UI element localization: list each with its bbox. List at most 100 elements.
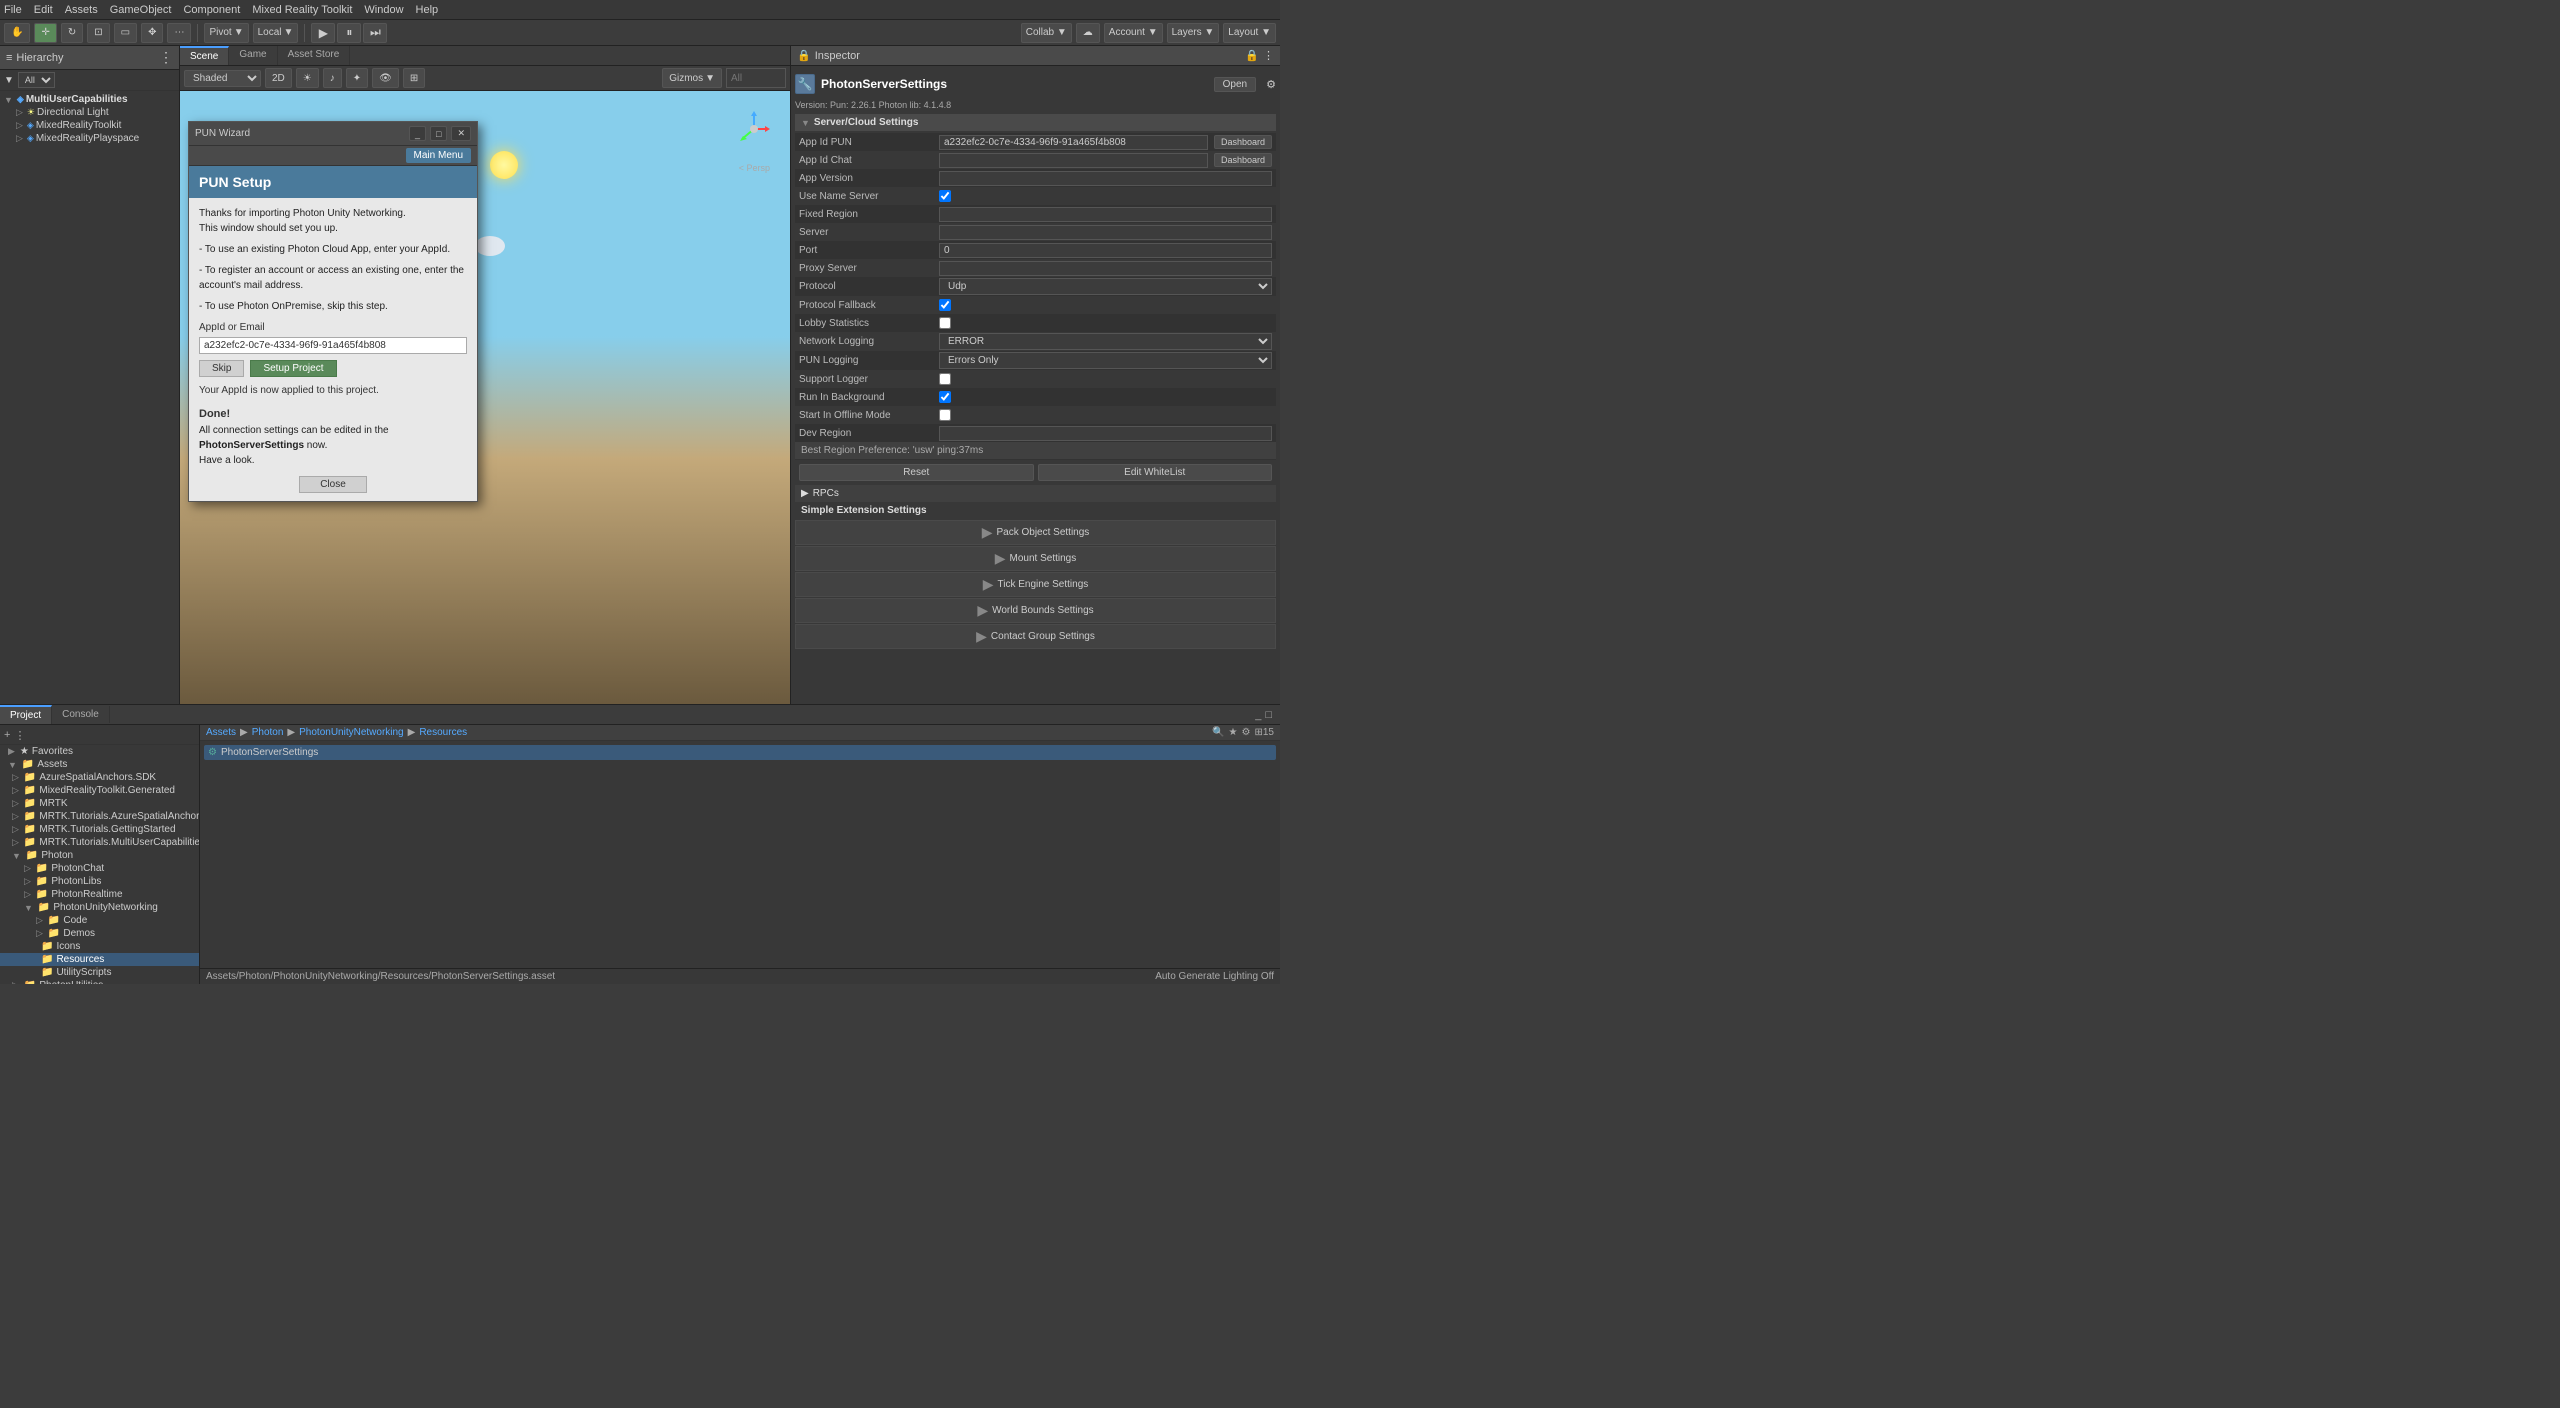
tick-engine-header[interactable]: ▶ Tick Engine Settings bbox=[796, 573, 1275, 596]
transform-tool-btn[interactable]: ✥ bbox=[141, 23, 163, 43]
hierarchy-item-mrtk[interactable]: ▷ ◈ MixedRealityToolkit bbox=[0, 119, 179, 132]
app-id-pun-input[interactable] bbox=[939, 135, 1208, 150]
sidebar-icons[interactable]: 📁 Icons bbox=[0, 940, 199, 953]
tab-scene[interactable]: Scene bbox=[180, 46, 229, 65]
sidebar-mrtk-generated[interactable]: ▷ 📁 MixedRealityToolkit.Generated bbox=[0, 784, 199, 797]
play-btn[interactable]: ▶ bbox=[311, 23, 335, 43]
network-logging-dropdown[interactable]: ERROR WARNING INFO DEBUG bbox=[939, 333, 1272, 350]
hierarchy-menu-icon[interactable]: ⋮ bbox=[159, 49, 173, 66]
cloud-btn[interactable]: ☁ bbox=[1076, 23, 1100, 43]
pun-wizard-close[interactable]: ✕ bbox=[451, 126, 471, 141]
pun-skip-btn[interactable]: Skip bbox=[199, 360, 244, 377]
collab-dropdown[interactable]: Collab ▼ bbox=[1021, 23, 1072, 43]
bottom-maximize[interactable]: □ bbox=[1265, 709, 1272, 721]
inspector-open-btn[interactable]: Open bbox=[1214, 77, 1256, 92]
hierarchy-item-mrtkplayspace[interactable]: ▷ ◈ MixedRealityPlayspace bbox=[0, 132, 179, 145]
sidebar-photon[interactable]: ▼ 📁 Photon bbox=[0, 849, 199, 862]
sidebar-photon-unity[interactable]: ▼ 📁 PhotonUnityNetworking bbox=[0, 901, 199, 914]
sidebar-favorites[interactable]: ▶ ★ Favorites bbox=[0, 745, 199, 758]
rotate-tool-btn[interactable]: ↻ bbox=[61, 23, 83, 43]
dev-region-input[interactable] bbox=[939, 426, 1272, 441]
sidebar-utility-scripts[interactable]: 📁 UtilityScripts bbox=[0, 966, 199, 979]
gizmo-widget[interactable] bbox=[734, 109, 774, 149]
pun-appid-input[interactable] bbox=[199, 337, 467, 354]
hierarchy-item-multiuser[interactable]: ▼ ◈ MultiUserCapabilities bbox=[0, 93, 179, 106]
pun-close-btn[interactable]: Close bbox=[299, 476, 367, 493]
world-bounds-header[interactable]: ▶ World Bounds Settings bbox=[796, 599, 1275, 622]
breadcrumb-resources[interactable]: Resources bbox=[419, 727, 467, 738]
project-bookmark[interactable]: ★ bbox=[1229, 727, 1238, 738]
local-dropdown[interactable]: Local▼ bbox=[253, 23, 299, 43]
scene-viewport[interactable]: < Persp PUN Wizard _ □ ✕ Main Menu PUN S… bbox=[180, 91, 790, 704]
bottom-minimize[interactable]: _ bbox=[1255, 709, 1261, 721]
tab-project[interactable]: Project bbox=[0, 705, 52, 724]
pause-btn[interactable]: ⏸ bbox=[337, 23, 361, 43]
sidebar-demos[interactable]: ▷ 📁 Demos bbox=[0, 927, 199, 940]
edit-whitelist-btn[interactable]: Edit WhiteList bbox=[1038, 464, 1273, 481]
menu-assets[interactable]: Assets bbox=[65, 4, 98, 16]
pun-wizard-minimize[interactable]: _ bbox=[409, 126, 426, 141]
sidebar-more[interactable]: ⋮ bbox=[14, 729, 25, 742]
project-search-icon[interactable]: 🔍 bbox=[1212, 727, 1224, 738]
scene-search[interactable] bbox=[726, 68, 786, 88]
move-tool-btn[interactable]: ✛ bbox=[34, 23, 56, 43]
hierarchy-filter[interactable]: All bbox=[18, 72, 55, 88]
menu-window[interactable]: Window bbox=[364, 4, 403, 16]
pun-wizard-main-menu-btn[interactable]: Main Menu bbox=[406, 148, 471, 163]
pivot-dropdown[interactable]: Pivot▼ bbox=[204, 23, 248, 43]
menu-file[interactable]: File bbox=[4, 4, 22, 16]
hand-tool-btn[interactable]: ✋ bbox=[4, 23, 30, 43]
account-dropdown[interactable]: Account ▼ bbox=[1104, 23, 1163, 43]
asset-photon-server-settings[interactable]: ⚙ PhotonServerSettings bbox=[204, 745, 1276, 760]
menu-gameobject[interactable]: GameObject bbox=[110, 4, 172, 16]
inspector-settings-icon[interactable]: ⚙ bbox=[1266, 78, 1276, 91]
breadcrumb-assets[interactable]: Assets bbox=[206, 727, 236, 738]
audio-btn[interactable]: ♪ bbox=[323, 68, 342, 88]
sidebar-photon-chat[interactable]: ▷ 📁 PhotonChat bbox=[0, 862, 199, 875]
sidebar-photon-libs[interactable]: ▷ 📁 PhotonLibs bbox=[0, 875, 199, 888]
step-btn[interactable]: ⏭ bbox=[363, 23, 387, 43]
grid-btn[interactable]: ⊞ bbox=[403, 68, 425, 88]
inspector-lock-icon[interactable]: 🔒 bbox=[1245, 49, 1259, 62]
mount-settings-header[interactable]: ▶ Mount Settings bbox=[796, 547, 1275, 570]
port-input[interactable] bbox=[939, 243, 1272, 258]
app-id-chat-input[interactable] bbox=[939, 153, 1208, 168]
run-in-background-checkbox[interactable] bbox=[939, 391, 951, 403]
pun-wizard-maximize[interactable]: □ bbox=[430, 126, 447, 141]
server-cloud-section[interactable]: ▼ Server/Cloud Settings bbox=[795, 114, 1276, 131]
sidebar-mrtk-azure[interactable]: ▷ 📁 MRTK.Tutorials.AzureSpatialAnchors bbox=[0, 810, 199, 823]
tab-asset-store[interactable]: Asset Store bbox=[278, 46, 351, 65]
pun-logging-dropdown[interactable]: Errors Only Informational Full bbox=[939, 352, 1272, 369]
menu-mrtk[interactable]: Mixed Reality Toolkit bbox=[252, 4, 352, 16]
custom-tool-btn[interactable]: ⋯ bbox=[167, 23, 191, 43]
auto-gen-lighting[interactable]: Auto Generate Lighting Off bbox=[1155, 971, 1274, 982]
menu-component[interactable]: Component bbox=[183, 4, 240, 16]
sidebar-mrtk[interactable]: ▷ 📁 MRTK bbox=[0, 797, 199, 810]
sidebar-mrtk-getting-started[interactable]: ▷ 📁 MRTK.Tutorials.GettingStarted bbox=[0, 823, 199, 836]
menu-edit[interactable]: Edit bbox=[34, 4, 53, 16]
sidebar-resources[interactable]: 📁 Resources bbox=[0, 953, 199, 966]
sidebar-azurespatial[interactable]: ▷ 📁 AzureSpatialAnchors.SDK bbox=[0, 771, 199, 784]
use-name-server-checkbox[interactable] bbox=[939, 190, 951, 202]
pun-setup-btn[interactable]: Setup Project bbox=[250, 360, 336, 377]
hierarchy-item-dirlight[interactable]: ▷ ☀ Directional Light bbox=[0, 106, 179, 119]
breadcrumb-photon[interactable]: Photon bbox=[252, 727, 284, 738]
breadcrumb-pun[interactable]: PhotonUnityNetworking bbox=[299, 727, 404, 738]
rect-tool-btn[interactable]: ▭ bbox=[114, 23, 137, 43]
reset-btn[interactable]: Reset bbox=[799, 464, 1034, 481]
pack-object-header[interactable]: ▶ Pack Object Settings bbox=[796, 521, 1275, 544]
sidebar-code[interactable]: ▷ 📁 Code bbox=[0, 914, 199, 927]
app-id-pun-dashboard[interactable]: Dashboard bbox=[1214, 135, 1272, 149]
tab-game[interactable]: Game bbox=[229, 46, 277, 65]
menu-help[interactable]: Help bbox=[416, 4, 439, 16]
start-offline-checkbox[interactable] bbox=[939, 409, 951, 421]
add-folder-btn[interactable]: + bbox=[4, 729, 10, 742]
contact-group-header[interactable]: ▶ Contact Group Settings bbox=[796, 625, 1275, 648]
proxy-server-input[interactable] bbox=[939, 261, 1272, 276]
scale-tool-btn[interactable]: ⊡ bbox=[87, 23, 109, 43]
sidebar-assets[interactable]: ▼ 📁 Assets bbox=[0, 758, 199, 771]
rpcs-section[interactable]: ▶ RPCs bbox=[795, 485, 1276, 502]
effects-btn[interactable]: ✦ bbox=[346, 68, 368, 88]
fixed-region-input[interactable] bbox=[939, 207, 1272, 222]
project-grid-size[interactable]: ⊞15 bbox=[1254, 727, 1274, 738]
